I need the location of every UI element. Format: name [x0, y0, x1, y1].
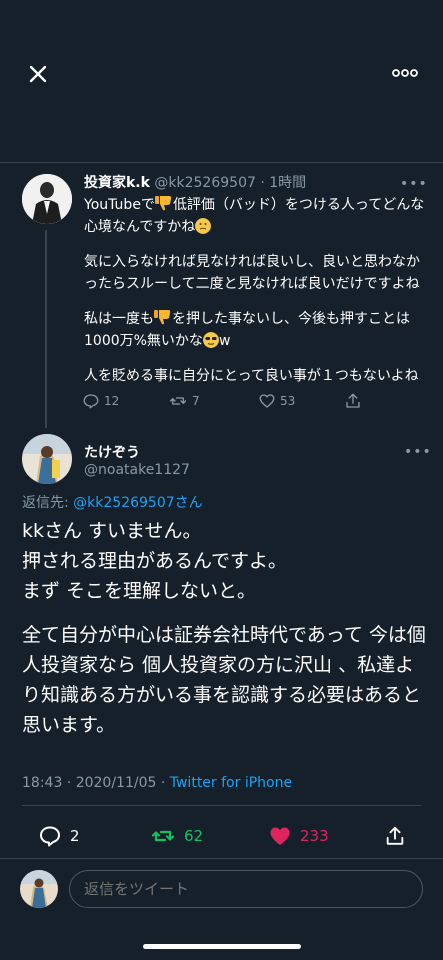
display-name[interactable]: たけぞう: [84, 442, 140, 462]
tweet-text: 人を貶める事に自分にとって良い事が１つもないよね: [84, 368, 419, 384]
tweet-paragraph: kkさん すいません。 押される理由があるんですよ。 まず そこを理解しないと。: [22, 520, 288, 602]
reply-to-suffix: さん: [174, 495, 203, 511]
reply-icon: [40, 826, 60, 847]
tweet-text: 私は一度も: [84, 311, 154, 327]
parent-tweet-text: YouTubeで 低評価（バッド）をつける人ってどんな心境なんですかね 気に入らな…: [84, 194, 430, 400]
tweet-text: 気に入らなければ見なければ良いし、良いと思わなかったらスルーして二度と見なければ…: [84, 254, 420, 292]
tweet-paragraph: 全て自分が中心は証券会社時代であって 今は個人投資家なら 個人投資家の方に沢山 …: [22, 624, 426, 736]
thread-line: [45, 230, 47, 428]
close-icon[interactable]: [24, 60, 52, 88]
reply-icon: [83, 394, 99, 409]
tweet-text: YouTubeで: [84, 197, 155, 213]
home-indicator: [143, 944, 301, 949]
reply-count: 12: [104, 394, 120, 408]
retweet-button[interactable]: 7: [168, 392, 200, 410]
like-count: 53: [280, 394, 296, 408]
tweet-text: w: [218, 333, 231, 349]
avatar[interactable]: [20, 870, 58, 908]
handle[interactable]: @kk25269507: [154, 175, 255, 191]
retweet-icon: [151, 830, 175, 842]
handle[interactable]: @noatake1127: [84, 462, 190, 478]
reply-button[interactable]: 2: [38, 824, 80, 848]
display-name[interactable]: 投資家k.k: [84, 175, 150, 191]
parent-tweet-header: 投資家k.k @kk25269507 · 1時間: [84, 174, 306, 192]
parent-tweet-actions: 12 7 53: [82, 392, 382, 412]
tweet-more-icon[interactable]: •••: [404, 444, 432, 460]
like-button[interactable]: 53: [258, 392, 295, 410]
share-icon: [346, 393, 360, 408]
heart-icon: [270, 827, 290, 845]
sunglasses-face-emoji: [202, 332, 219, 348]
heart-icon: [259, 394, 275, 408]
share-button[interactable]: [344, 392, 362, 410]
retweet-count: 62: [184, 827, 204, 845]
reply-to-label: 返信先: @kk25269507さん: [22, 492, 203, 512]
divider: [22, 805, 421, 806]
thumbs-down-emoji: [154, 310, 171, 325]
share-button[interactable]: [384, 824, 406, 848]
retweet-icon: [169, 397, 187, 405]
tweet-meta: 18:43 · 2020/11/05 · Twitter for iPhone: [22, 775, 292, 791]
avatar[interactable]: [22, 434, 72, 484]
divider: [0, 858, 443, 859]
tweet-source-link[interactable]: Twitter for iPhone: [170, 775, 292, 791]
more-options-icon[interactable]: [390, 64, 420, 82]
main-tweet-text: kkさん すいません。 押される理由があるんですよ。 まず そこを理解しないと。…: [22, 516, 427, 754]
avatar[interactable]: [22, 174, 72, 224]
thumbs-down-emoji: [154, 196, 172, 211]
tweet-timestamp: 18:43 · 2020/11/05 ·: [22, 775, 170, 791]
reply-to-handle[interactable]: @kk25269507: [73, 495, 174, 511]
like-count: 233: [300, 827, 329, 845]
divider: [0, 162, 443, 163]
reply-count: 2: [70, 827, 80, 845]
retweet-button[interactable]: 62: [150, 824, 203, 848]
timestamp: · 1時間: [260, 175, 307, 191]
thinking-face-emoji: [195, 218, 212, 234]
reply-to-prefix: 返信先:: [22, 495, 74, 511]
tweet-more-icon[interactable]: •••: [400, 176, 428, 192]
retweet-count: 7: [192, 394, 200, 408]
reply-input[interactable]: [69, 870, 423, 908]
reply-button[interactable]: 12: [82, 392, 119, 410]
share-icon: [386, 826, 404, 845]
like-button[interactable]: 233: [268, 824, 329, 848]
